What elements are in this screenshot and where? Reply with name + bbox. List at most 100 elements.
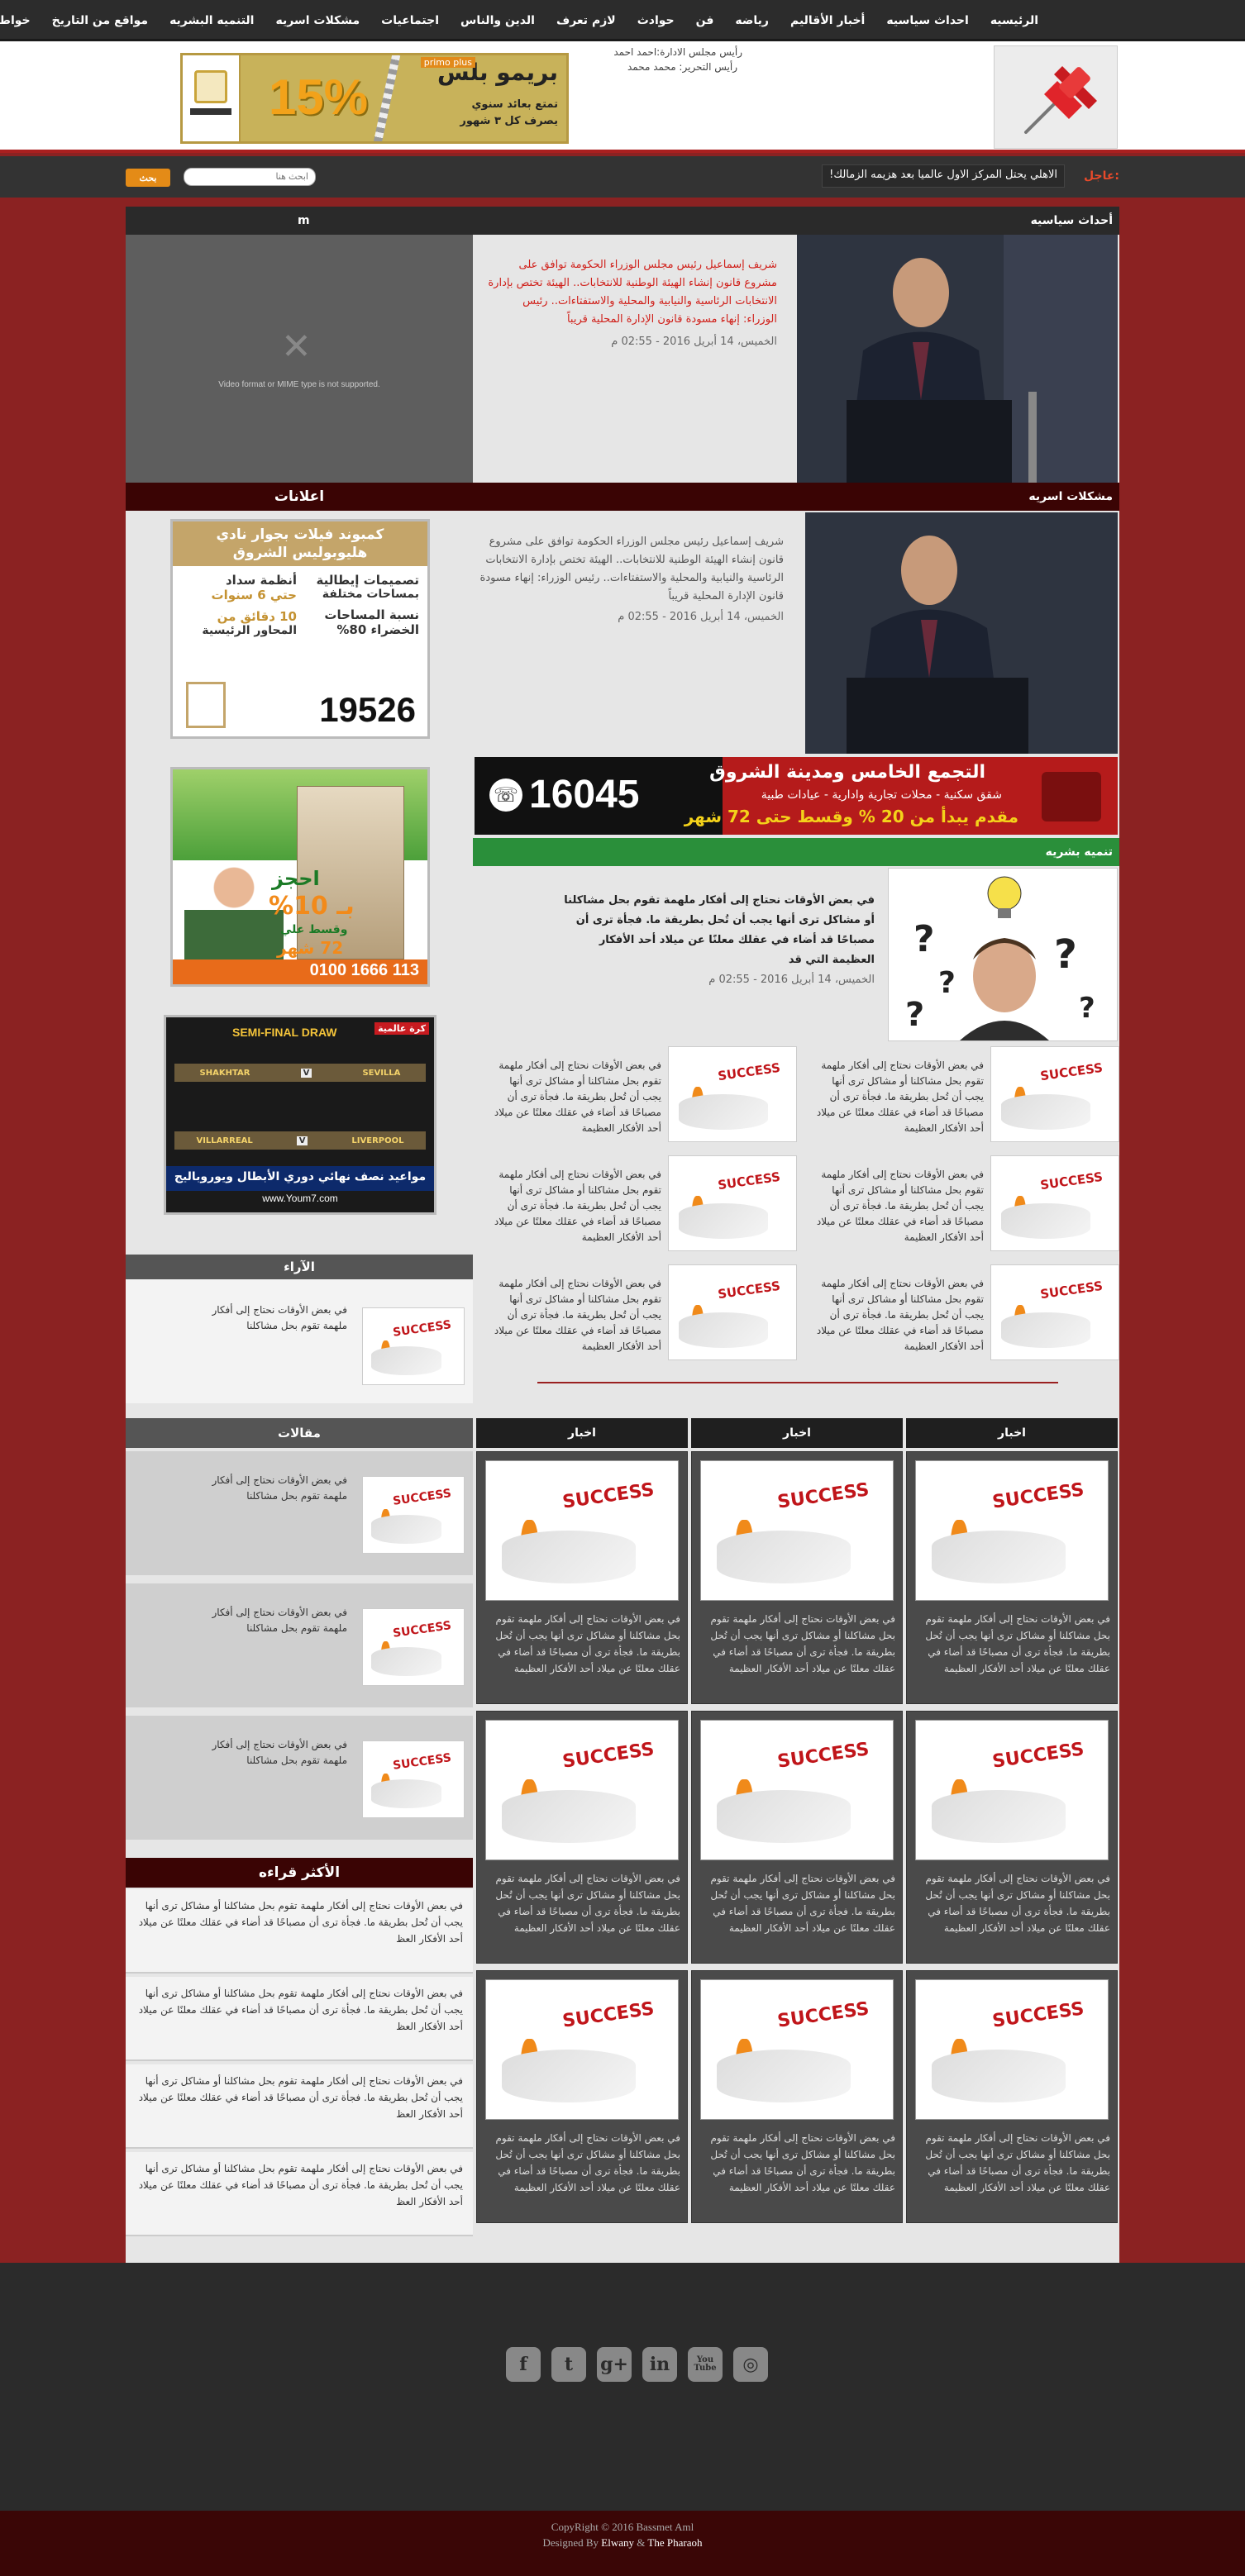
most-read-item[interactable]: في بعض الأوقات نحتاج إلى أفكار ملهمة تقو… xyxy=(126,1977,473,2061)
ad-chain-decoration xyxy=(369,55,402,141)
header-banner-ad[interactable]: 15% بريمو بلس primo plus تمتع بعائد سنوي… xyxy=(180,53,569,144)
news-column-title[interactable]: اخبار xyxy=(998,1426,1026,1440)
news-column-title[interactable]: اخبار xyxy=(568,1426,596,1440)
most-read-item[interactable]: في بعض الأوقات نحتاج إلى أفكار ملهمة تقو… xyxy=(126,1889,473,1974)
nav-item[interactable]: مواقع من التاريخ xyxy=(52,14,148,27)
facebook-icon[interactable]: f xyxy=(506,2347,541,2382)
wide-ad-offer: مقدم يبدأ من 20 % وقسط حتى 72 شهر xyxy=(684,807,1018,826)
instagram-icon[interactable]: ◎ xyxy=(733,2347,768,2382)
family-photo[interactable] xyxy=(805,512,1118,754)
nav-item[interactable]: فن xyxy=(696,14,714,27)
news-column-header: اخبار xyxy=(906,1418,1118,1448)
designer-pharaoh[interactable]: The Pharaoh xyxy=(647,2536,702,2549)
nav-item[interactable]: اجتماعيات xyxy=(381,14,439,27)
football-draw-ad[interactable]: SEMI-FINAL DRAW كرة عالمية SHAKHTAR V SEVI… xyxy=(164,1015,436,1215)
twitter-icon[interactable]: t xyxy=(551,2347,586,2382)
family-section-title[interactable]: مشكلات اسريه xyxy=(1028,490,1113,503)
news-card-text: في بعض الأوقات نحتاج إلى أفكار ملهمة تقو… xyxy=(495,1613,680,1674)
news-card[interactable]: SUCCESS في بعض الأوقات نحتاج إلى أفكار مل… xyxy=(476,1970,688,2223)
development-item-text: في بعض الأوقات نحتاج إلى أفكار ملهمة تقو… xyxy=(816,1169,984,1243)
development-lead-text[interactable]: في بعض الأوقات نحتاج إلى أفكار ملهمة تقو… xyxy=(560,891,875,970)
news-card[interactable]: SUCCESS في بعض الأوقات نحتاج إلى أفكار مل… xyxy=(691,1711,903,1964)
news-card[interactable]: SUCCESS في بعض الأوقات نحتاج إلى أفكار مل… xyxy=(906,1451,1118,1704)
most-read-text: في بعض الأوقات نحتاج إلى أفكار ملهمة تقو… xyxy=(138,1988,463,2032)
nav-item[interactable]: أخبار الأقاليم xyxy=(790,14,865,27)
search-input[interactable] xyxy=(184,168,316,186)
ad2-percent: بـ 10% xyxy=(269,892,355,921)
opinions-section-title[interactable]: الآراء xyxy=(284,1259,315,1274)
development-item[interactable]: SUCCESS في بعض الأوقات نحتاج إلى أفكار مل… xyxy=(479,1155,797,1253)
development-item[interactable]: SUCCESS في بعض الأوقات نحتاج إلى أفكار مل… xyxy=(802,1264,1119,1362)
nav-item[interactable]: مشكلات اسريه xyxy=(276,14,360,27)
news-card-text: في بعض الأوقات نحتاج إلى أفكار ملهمة تقو… xyxy=(710,2132,895,2193)
nav-item[interactable]: احداث سياسيه xyxy=(886,14,968,27)
politician-image xyxy=(797,235,1118,483)
success-thumbnail: SUCCESS xyxy=(668,1155,797,1251)
politician-image-2 xyxy=(805,512,1118,754)
linkedin-icon[interactable]: in xyxy=(642,2347,677,2382)
article-item[interactable]: SUCCESS في بعض الأوقات نحتاج إلى أفكار مل… xyxy=(126,1716,473,1840)
news-card[interactable]: SUCCESS في بعض الأوقات نحتاج إلى أفكار مل… xyxy=(906,1970,1118,2223)
most-read-text: في بعض الأوقات نحتاج إلى أفكار ملهمة تقو… xyxy=(138,2075,463,2120)
ad1-feature-c: 10 دقائق من xyxy=(217,609,297,624)
ad1-logo xyxy=(186,682,226,728)
designer-elwany[interactable]: Elwany xyxy=(601,2536,634,2549)
nav-item[interactable]: خواطر العامه xyxy=(0,14,31,27)
news-card[interactable]: SUCCESS في بعض الأوقات نحتاج إلى أفكار مل… xyxy=(691,1970,903,2223)
news-card[interactable]: SUCCESS في بعض الأوقات نحتاج إلى أفكار مل… xyxy=(476,1451,688,1704)
site-logo[interactable] xyxy=(994,45,1118,149)
political-photo[interactable] xyxy=(797,235,1118,483)
article-item[interactable]: SUCCESS في بعض الأوقات نحتاج إلى أفكار مل… xyxy=(126,1451,473,1575)
most-read-item[interactable]: في بعض الأوقات نحتاج إلى أفكار ملهمة تقو… xyxy=(126,2064,473,2149)
ads-section-header: اعلانات xyxy=(126,483,473,511)
ad1-feature-f: بمساحات مختلفة xyxy=(322,588,419,601)
wide-ad-title: التجمع الخامس ومدينة الشروق xyxy=(709,762,985,783)
ad1-line1: كمبوند فيلات بجوار نادي xyxy=(173,521,427,545)
nav-item[interactable]: التنميه البشريه xyxy=(169,14,254,27)
wide-ad-phone: 16045 xyxy=(529,773,640,817)
development-item-text: في بعض الأوقات نحتاج إلى أفكار ملهمة تقو… xyxy=(494,1059,661,1134)
video-player[interactable]: ✕ Video format or MIME type is not suppo… xyxy=(126,235,473,483)
article-text: في بعض الأوقات نحتاج إلى أفكار ملهمة تقو… xyxy=(212,1739,347,1766)
search-button[interactable]: بحث xyxy=(126,169,170,187)
article-text: في بعض الأوقات نحتاج إلى أفكار ملهمة تقو… xyxy=(212,1474,347,1502)
nav-item[interactable]: رياضه xyxy=(735,14,769,27)
site-header: رأيس مجلس الادارة:احمد احمد رأيس التحرير… xyxy=(0,41,1245,153)
real-estate-ad[interactable]: كمبوند فيلات بجوار نادي هليوبوليس الشروق… xyxy=(170,519,430,739)
success-thumbnail: SUCCESS xyxy=(362,1307,465,1385)
nav-item[interactable]: حوادث xyxy=(637,14,675,27)
breaking-news-text[interactable]: الاهلي يحتل المركز الاول عالميا بعد هزيم… xyxy=(822,164,1065,188)
development-item[interactable]: SUCCESS في بعض الأوقات نحتاج إلى أفكار مل… xyxy=(802,1155,1119,1253)
apartment-ad[interactable]: احجز بـ 10% وقسط علي 72 شهر 0100 1666 11… xyxy=(170,767,430,987)
news-card[interactable]: SUCCESS في بعض الأوقات نحتاج إلى أفكار مل… xyxy=(691,1451,903,1704)
footer: f t g+ in You Tube ◎ xyxy=(0,2263,1245,2511)
nav-item[interactable]: الدين والناس xyxy=(460,14,535,27)
development-item[interactable]: SUCCESS في بعض الأوقات نحتاج إلى أفكار مل… xyxy=(802,1046,1119,1144)
ad1-feature-d: المحاور الرئيسية xyxy=(202,624,297,637)
google-plus-icon[interactable]: g+ xyxy=(597,2347,632,2382)
family-text[interactable]: شريف إسماعيل رئيس مجلس الوزراء الحكومة ت… xyxy=(478,533,784,606)
youtube-icon[interactable]: You Tube xyxy=(688,2347,723,2382)
nav-item[interactable]: الرئيسيه xyxy=(990,14,1038,27)
most-read-section-title[interactable]: الأكثر قراءه xyxy=(259,1864,340,1881)
opinions-text: في بعض الأوقات نحتاج إلى أفكار ملهمة تقو… xyxy=(212,1304,347,1331)
copyright-bar: CopyRight © 2016 Bassmet Aml Designed By… xyxy=(0,2511,1245,2576)
nav-item[interactable]: لازم تعرف xyxy=(556,14,616,27)
success-thumbnail: SUCCESS xyxy=(485,1460,679,1601)
articles-section-title[interactable]: مقالات xyxy=(278,1426,321,1440)
thinking-man-photo[interactable]: ? ? ? ? ? xyxy=(888,868,1118,1041)
development-item-text: في بعض الأوقات نحتاج إلى أفكار ملهمة تقو… xyxy=(494,1169,661,1243)
ad3-team4: LIVERPOOL xyxy=(351,1136,404,1145)
opinions-item[interactable]: SUCCESS في بعض الأوقات نحتاج إلى أفكار م… xyxy=(126,1279,473,1403)
development-item[interactable]: SUCCESS في بعض الأوقات نحتاج إلى أفكار مل… xyxy=(479,1264,797,1362)
wide-real-estate-ad[interactable]: ☏ 16045 التجمع الخامس ومدينة الشروق شقق … xyxy=(475,757,1118,835)
political-headline[interactable]: شريف إسماعيل رئيس مجلس الوزراء الحكومة ت… xyxy=(488,256,777,329)
development-item[interactable]: SUCCESS في بعض الأوقات نحتاج إلى أفكار مل… xyxy=(479,1046,797,1144)
most-read-item[interactable]: في بعض الأوقات نحتاج إلى أفكار ملهمة تقو… xyxy=(126,2152,473,2236)
news-card[interactable]: SUCCESS في بعض الأوقات نحتاج إلى أفكار مل… xyxy=(906,1711,1118,1964)
development-section-title[interactable]: تنميه بشريه xyxy=(1046,845,1113,859)
news-card[interactable]: SUCCESS في بعض الأوقات نحتاج إلى أفكار مل… xyxy=(476,1711,688,1964)
news-column-title[interactable]: اخبار xyxy=(783,1426,811,1440)
article-item[interactable]: SUCCESS في بعض الأوقات نحتاج إلى أفكار مل… xyxy=(126,1583,473,1707)
political-section-title[interactable]: أحداث سياسيه xyxy=(1031,214,1113,227)
